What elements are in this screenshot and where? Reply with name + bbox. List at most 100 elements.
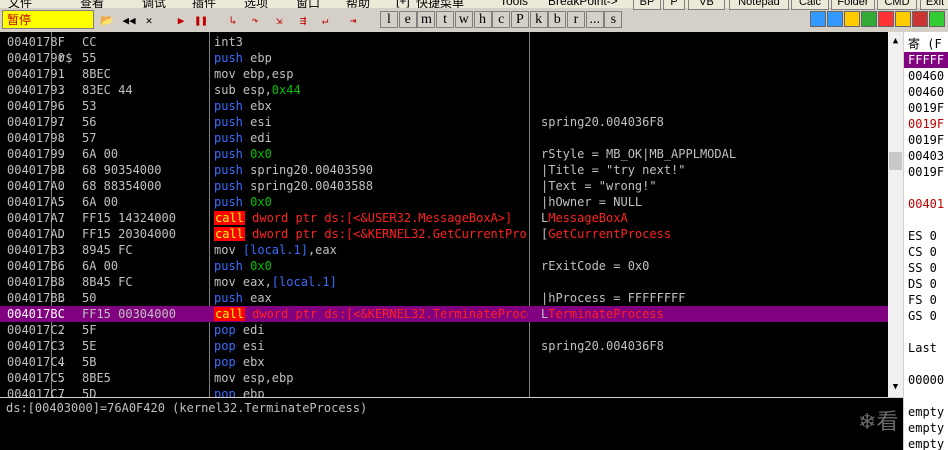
toolbar-letter-button[interactable]: k	[529, 11, 548, 28]
disasm-row[interactable]: 004017C7. 5D pop ebp	[0, 386, 903, 397]
disasm-token: int3	[214, 35, 243, 49]
plugin-button[interactable]: P	[663, 0, 685, 10]
toolbar-tool-icon[interactable]	[861, 11, 877, 27]
row-disassembly: push 0x0	[214, 146, 528, 162]
toolbar-letter-button[interactable]: l	[380, 11, 398, 28]
toolbar-letter-button[interactable]: e	[398, 11, 417, 28]
open-icon[interactable]: 📂	[98, 11, 116, 28]
menu-item[interactable]: Tools	[500, 0, 528, 8]
menu-item[interactable]: 选项	[244, 0, 268, 8]
trace-into-icon[interactable]: ⇲	[270, 11, 288, 28]
menu-item[interactable]: 插件	[192, 0, 216, 8]
row-disassembly: pop edi	[214, 322, 528, 338]
plugin-button[interactable]: Folder	[831, 0, 875, 10]
comment-token: |Text = "wrong!"	[541, 179, 657, 193]
row-flag: .	[58, 147, 66, 161]
disassembly-scrollbar[interactable]: ▲ ▼	[888, 32, 903, 397]
disasm-row[interactable]: 00401797. 56 push esi spring20.004036F8	[0, 114, 903, 130]
toolbar-tool-icon[interactable]	[878, 11, 894, 27]
plugin-button[interactable]: VB	[688, 0, 725, 10]
row-address: 004017BB	[7, 291, 65, 305]
disassembly-pane[interactable]: 0040178F CC int3 00401790 r$ 55 push ebp 004017…	[0, 32, 903, 397]
disasm-row[interactable]: 00401798. 57 push edi	[0, 130, 903, 146]
menu-item[interactable]: 文件	[8, 0, 32, 8]
disasm-row[interactable]: 004017B6. 6A 00 push 0x0 rExitCode = 0x0	[0, 258, 903, 274]
disasm-row[interactable]: 00401793. 83EC 44 sub esp,0x44	[0, 82, 903, 98]
plugin-button[interactable]: BP	[633, 0, 661, 10]
toolbar-letter-button[interactable]: t	[436, 11, 455, 28]
disasm-row[interactable]: 004017A7. FF15 14324000 call dword ptr ds:…	[0, 210, 903, 226]
disasm-row[interactable]: 004017C2. 5F pop edi	[0, 322, 903, 338]
toolbar-tool-icon[interactable]	[929, 11, 945, 27]
close-icon[interactable]: ✕	[140, 11, 158, 28]
toolbar-tool-icon[interactable]	[844, 11, 860, 27]
toolbar-tool-icon[interactable]	[810, 11, 826, 27]
rewind-icon[interactable]: ◀◀	[120, 11, 138, 28]
toolbar-letter-button[interactable]: h	[473, 11, 492, 28]
plugin-button[interactable]: Exit	[920, 0, 948, 10]
scroll-up-icon[interactable]: ▲	[888, 36, 903, 46]
row-address: 004017C5	[7, 371, 65, 385]
register-line: 00401	[908, 197, 945, 211]
step-over-icon[interactable]: ↷	[246, 11, 264, 28]
toolbar-letter-button[interactable]: ...	[585, 11, 604, 28]
toolbar-tool-icon[interactable]	[912, 11, 928, 27]
row-flag: .	[58, 179, 66, 193]
toolbar-letter-button[interactable]: s	[604, 11, 623, 28]
toolbar-letter-button[interactable]: r	[567, 11, 585, 28]
pause-icon[interactable]: ❚❚	[192, 11, 210, 28]
disasm-row[interactable]: 004017C4. 5B pop ebx	[0, 354, 903, 370]
disasm-row[interactable]: 004017BB. 50 push eax |hProcess = FFFFFFFF	[0, 290, 903, 306]
plugin-button[interactable]: Calc	[791, 0, 829, 10]
menu-item[interactable]: [+]	[396, 0, 410, 8]
disasm-row[interactable]: 00401791. 8BEC mov ebp,esp	[0, 66, 903, 82]
disasm-row[interactable]: 004017B3. 8945 FC mov [local.1],eax	[0, 242, 903, 258]
menu-item[interactable]: BreakPoint->	[548, 0, 618, 8]
disasm-row[interactable]: 00401796. 53 push ebx	[0, 98, 903, 114]
disasm-row[interactable]: 004017A0. 68 88354000 push spring20.004035…	[0, 178, 903, 194]
row-flag: .	[58, 355, 66, 369]
disasm-row[interactable]: 0040178F CC int3	[0, 34, 903, 50]
registers-pane[interactable]: 寄 (F FFFFF 00460 00460 0019F 0019F 0019F 00403 0…	[904, 32, 948, 450]
plugin-button[interactable]: CMD	[877, 0, 917, 10]
row-disassembly: push ebx	[214, 98, 528, 114]
toolbar-tool-icon[interactable]	[827, 11, 843, 27]
disasm-row[interactable]: 0040179B. 68 90354000 push spring20.004035…	[0, 162, 903, 178]
disasm-row[interactable]: 00401799. 6A 00 push 0x0 rStyle = MB_OK|MB_…	[0, 146, 903, 162]
disasm-row[interactable]: 00401790 r$ 55 push ebp	[0, 50, 903, 66]
disasm-row[interactable]: 004017C3. 5E pop esi spring20.004036F8	[0, 338, 903, 354]
scroll-thumb[interactable]	[889, 152, 902, 170]
menu-item[interactable]: 查看	[80, 0, 104, 8]
row-disassembly: push spring20.00403588	[214, 178, 528, 194]
menu-item[interactable]: 调试	[142, 0, 166, 8]
disasm-row[interactable]: 004017B8. 8B45 FC mov eax,[local.1]	[0, 274, 903, 290]
disasm-token: ebx	[242, 99, 272, 113]
disasm-row[interactable]: 004017C5. 8BE5 mov esp,ebp	[0, 370, 903, 386]
plugin-button[interactable]: Notepad	[729, 0, 789, 10]
scroll-down-icon[interactable]: ▼	[888, 382, 903, 392]
trace-over-icon[interactable]: ⇶	[294, 11, 312, 28]
disasm-row[interactable]: 004017BC. FF15 00304000 call dword ptr ds:…	[0, 306, 903, 322]
toolbar-letter-button[interactable]: w	[454, 11, 473, 28]
disasm-row[interactable]: 004017AD. FF15 20304000 call dword ptr ds:…	[0, 226, 903, 242]
menu-item[interactable]: 窗口	[296, 0, 320, 8]
row-address: 00401791	[7, 67, 65, 81]
menu-item[interactable]: 快捷菜单	[416, 0, 464, 8]
comment-token: |hOwner = NULL	[541, 195, 643, 209]
goto-icon[interactable]: ⇥	[344, 11, 362, 28]
row-flag: .	[58, 115, 66, 129]
toolbar-tool-icon[interactable]	[895, 11, 911, 27]
run-icon[interactable]: ▶	[172, 11, 190, 28]
toolbar-letter-button[interactable]: b	[548, 11, 567, 28]
toolbar-letter-button[interactable]: P	[510, 11, 529, 28]
disasm-row[interactable]: 004017A5. 6A 00 push 0x0 |hOwner = NULL	[0, 194, 903, 210]
step-into-icon[interactable]: ↳	[224, 11, 242, 28]
row-disassembly: push edi	[214, 130, 528, 146]
toolbar-letter-button[interactable]: c	[492, 11, 511, 28]
row-disassembly: sub esp,0x44	[214, 82, 528, 98]
menu-item[interactable]: 帮助	[346, 0, 370, 8]
till-return-icon[interactable]: ↵	[316, 11, 334, 28]
row-disassembly: mov ebp,esp	[214, 66, 528, 82]
comment-token: rStyle = MB_OK|MB_APPLMODAL	[541, 147, 737, 161]
toolbar-letter-button[interactable]: m	[417, 11, 436, 28]
